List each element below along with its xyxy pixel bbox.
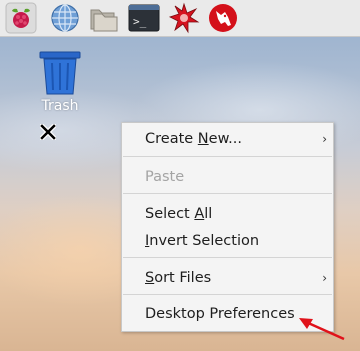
menu-separator [123, 294, 332, 295]
menu-item-desktop-preferences[interactable]: Desktop Preferences [122, 302, 333, 326]
mathematica-icon[interactable] [168, 2, 200, 34]
trash-label: Trash [41, 98, 79, 114]
menu-item-paste: Paste [145, 169, 185, 185]
raspberry-menu-icon[interactable] [5, 2, 37, 34]
menu-item-select-all[interactable]: Select All [122, 202, 333, 226]
menu-item-create-new[interactable]: Create New... › [122, 127, 333, 151]
desktop-trash[interactable]: Trash [30, 50, 90, 120]
menu-item-invert-selection[interactable]: Invert Selection [122, 229, 333, 253]
chevron-right-icon: › [322, 271, 327, 285]
svg-text:>_: >_ [133, 15, 147, 28]
chevron-right-icon: › [322, 132, 327, 146]
x-cursor-icon [38, 122, 58, 142]
menu-separator [123, 193, 332, 194]
wolfram-icon[interactable] [207, 2, 239, 34]
file-manager-icon[interactable] [88, 2, 120, 34]
trash-can-icon [38, 50, 82, 96]
menu-separator [123, 257, 332, 258]
taskbar: >_ [0, 0, 360, 37]
terminal-icon[interactable]: >_ [128, 2, 160, 34]
web-browser-icon[interactable] [49, 2, 81, 34]
desktop-context-menu: Create New... › Paste Select All Invert … [121, 122, 334, 332]
menu-separator [123, 156, 332, 157]
menu-item-sort-files[interactable]: Sort Files › [122, 266, 333, 290]
